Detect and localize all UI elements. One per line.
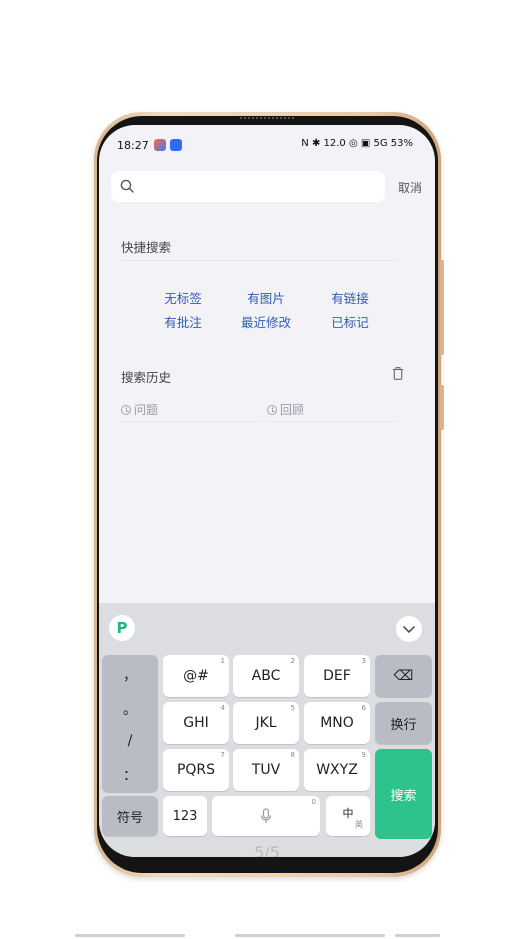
punctuation-column: ， 。 / ： [102, 655, 158, 793]
page-indicator: 5/5 [254, 843, 280, 857]
bottom-bar-segment [395, 934, 440, 937]
search-box[interactable] [111, 171, 385, 202]
volume-button [440, 260, 444, 355]
chevron-down-icon [403, 626, 415, 634]
history-item-label: 问题 [134, 403, 159, 417]
key-tuv-8[interactable]: TUV 8 [233, 749, 299, 791]
key-number: 7 [220, 751, 225, 759]
key-label: ABC [251, 668, 281, 684]
status-icons: N ✱ 12.0 ◎ ▣ 5G 53% [301, 138, 413, 149]
clock-icon [121, 404, 131, 415]
punct-key-slash[interactable]: / [102, 733, 158, 749]
clock-icon [267, 404, 277, 415]
space-key[interactable]: 0 [212, 796, 320, 836]
key-number: 3 [361, 657, 366, 665]
search-history-title: 搜索历史 [121, 370, 172, 385]
status-bar: 18:27 N ✱ 12.0 ◎ ▣ 5G 53% [99, 125, 435, 167]
key-abc-2[interactable]: ABC 2 [233, 655, 299, 697]
divider [267, 421, 397, 422]
key-wxyz-9[interactable]: WXYZ 9 [304, 749, 370, 791]
trash-icon[interactable] [392, 367, 404, 380]
key-number: 0 [311, 798, 316, 806]
quick-search-title: 快捷搜索 [121, 240, 172, 255]
quick-link-no-tag[interactable]: 无标签 [148, 288, 218, 307]
history-item[interactable]: 回顾 [267, 401, 304, 418]
ime-logo-button[interactable]: P [109, 615, 135, 641]
key-def-3[interactable]: DEF 3 [304, 655, 370, 697]
bottom-bar-segment [235, 934, 385, 937]
page: 18:27 N ✱ 12.0 ◎ ▣ 5G 53% 取消 快捷搜索 无标签 有图… [0, 0, 528, 939]
key-label: 搜索 [390, 788, 417, 804]
punct-key-period[interactable]: 。 [102, 699, 158, 719]
key-symbols-1[interactable]: @# 1 [163, 655, 229, 697]
symbol-key[interactable]: 符号 [102, 796, 158, 836]
microphone-icon [260, 808, 272, 823]
divider [121, 260, 397, 261]
speaker-grille [240, 117, 294, 119]
collapse-keyboard-button[interactable] [396, 616, 422, 642]
key-label: WXYZ [316, 762, 358, 778]
key-sub-label: 英 [355, 820, 363, 829]
bottom-chrome [0, 924, 528, 939]
punct-key-colon[interactable]: ： [102, 765, 158, 785]
key-label: 符号 [116, 810, 143, 826]
key-pqrs-7[interactable]: PQRS 7 [163, 749, 229, 791]
backspace-icon: ⌫ [393, 668, 414, 684]
quick-link-recently-modified[interactable]: 最近修改 [231, 312, 301, 331]
quick-link-has-link[interactable]: 有链接 [315, 288, 385, 307]
key-number: 8 [290, 751, 295, 759]
divider [121, 421, 261, 422]
search-icon [120, 179, 134, 193]
search-key[interactable]: 搜索 [375, 749, 432, 839]
key-label: 换行 [390, 717, 417, 733]
key-number: 5 [290, 704, 295, 712]
key-label: DEF [323, 668, 351, 684]
app-notification-icon [154, 139, 166, 151]
app-notification-icon [170, 139, 182, 151]
number-key[interactable]: 123 [163, 796, 207, 836]
search-input[interactable] [141, 171, 381, 202]
punct-key-comma[interactable]: ， [102, 665, 158, 685]
quick-link-has-image[interactable]: 有图片 [231, 288, 301, 307]
key-label: GHI [183, 715, 209, 731]
phone-screen: 18:27 N ✱ 12.0 ◎ ▣ 5G 53% 取消 快捷搜索 无标签 有图… [99, 125, 435, 857]
key-label: TUV [251, 762, 281, 778]
power-button [440, 385, 444, 430]
quick-link-has-annotation[interactable]: 有批注 [148, 312, 218, 331]
delete-key[interactable]: ⌫ [375, 655, 432, 697]
key-number: 6 [361, 704, 366, 712]
language-switch-key[interactable]: 中 英 [326, 796, 370, 836]
key-jkl-5[interactable]: JKL 5 [233, 702, 299, 744]
bottom-bar-segment [75, 934, 185, 937]
status-indicators: N ✱ 12.0 ◎ ▣ 5G 53% [301, 138, 413, 149]
key-number: 4 [220, 704, 225, 712]
cancel-button[interactable]: 取消 [398, 179, 422, 196]
key-label: @# [183, 668, 209, 684]
key-ghi-4[interactable]: GHI 4 [163, 702, 229, 744]
key-number: 1 [220, 657, 225, 665]
newline-key[interactable]: 换行 [375, 702, 432, 744]
history-item[interactable]: 问题 [121, 401, 158, 418]
quick-link-marked[interactable]: 已标记 [315, 312, 385, 331]
history-item-label: 回顾 [280, 403, 305, 417]
key-number: 9 [361, 751, 366, 759]
key-mno-6[interactable]: MNO 6 [304, 702, 370, 744]
key-label: PQRS [176, 762, 216, 778]
status-time: 18:27 [117, 139, 149, 152]
key-label: MNO [320, 715, 354, 731]
keyboard: P ， 。 / ： @# 1 ABC 2 DEF 3 ⌫ GHI 4 JKL 5… [99, 603, 435, 857]
key-label: 123 [172, 808, 198, 824]
key-number: 2 [290, 657, 295, 665]
key-label: 中 [342, 807, 354, 820]
key-label: JKL [255, 715, 277, 731]
